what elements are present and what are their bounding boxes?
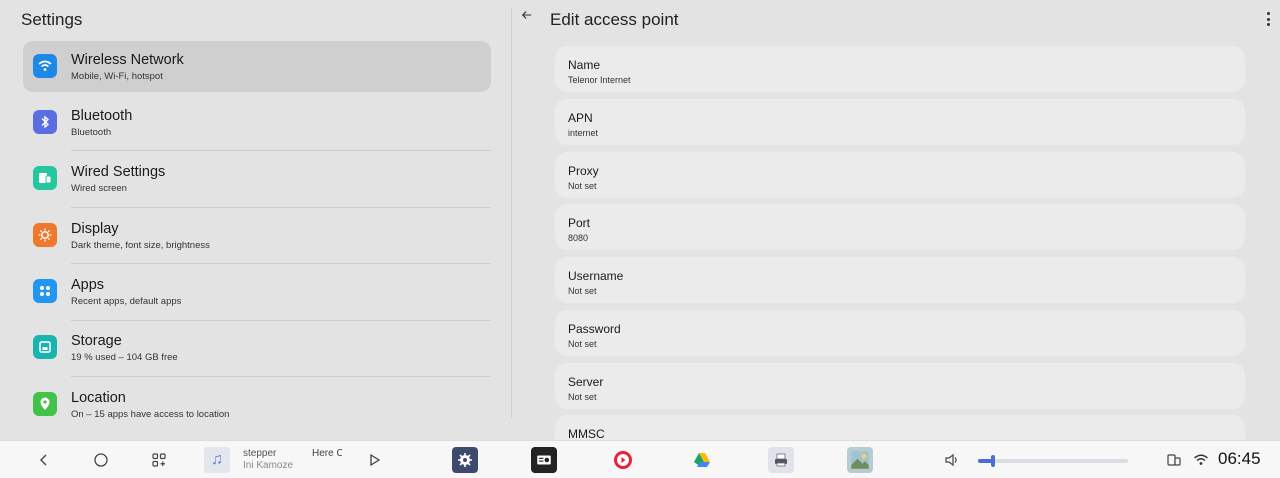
settings-item-wireless-network[interactable]: Wireless Network Mobile, Wi-Fi, hotspot: [23, 41, 491, 92]
divider: [71, 150, 491, 151]
field-label: APN: [568, 111, 593, 125]
field-value: Not set: [568, 286, 597, 296]
home-icon[interactable]: [91, 448, 111, 472]
volume-icon[interactable]: [942, 448, 962, 472]
apn-pane: Edit access point Name Telenor Internet …: [512, 0, 1280, 440]
settings-item-wired-settings[interactable]: Wired Settings Wired screen: [23, 153, 491, 204]
settings-item-display[interactable]: Display Dark theme, font size, brightnes…: [23, 210, 491, 261]
apn-field-proxy[interactable]: Proxy Not set: [555, 152, 1245, 198]
item-title: Wired Settings: [71, 164, 166, 180]
item-subtitle: Mobile, Wi-Fi, hotspot: [71, 71, 163, 82]
item-title: Bluetooth: [71, 108, 133, 124]
field-label: Port: [568, 216, 591, 230]
apps-grid-icon: [33, 279, 57, 303]
item-title: Location: [71, 390, 126, 406]
settings-item-apps[interactable]: Apps Recent apps, default apps: [23, 266, 491, 317]
field-value: Not set: [568, 339, 597, 349]
divider: [71, 263, 491, 264]
wifi-icon: [33, 54, 57, 78]
bluetooth-icon: [33, 110, 57, 134]
field-label: Username: [568, 269, 624, 283]
wifi-status-icon[interactable]: [1191, 448, 1211, 472]
item-title: Display: [71, 221, 119, 237]
divider: [71, 376, 491, 377]
settings-pane: Settings Wireless Network Mobile, Wi-Fi,…: [0, 0, 512, 440]
apn-field-server[interactable]: Server Not set: [555, 363, 1245, 409]
gallery-icon[interactable]: [847, 447, 873, 473]
media-title: stepper: [243, 448, 277, 459]
more-options-icon[interactable]: [1264, 12, 1272, 26]
volume-slider[interactable]: [978, 455, 1128, 467]
field-label: MMSC: [568, 427, 605, 440]
item-subtitle: Wired screen: [71, 183, 127, 194]
apn-field-mmsc[interactable]: MMSC: [555, 415, 1245, 440]
clock: 06:45: [1218, 449, 1261, 468]
field-value: 8080: [568, 233, 589, 243]
apn-field-password[interactable]: Password Not set: [555, 310, 1245, 356]
item-title: Wireless Network: [71, 52, 184, 68]
settings-title: Settings: [21, 10, 83, 29]
screen-mirror-icon[interactable]: [1165, 448, 1183, 472]
location-pin-icon: [33, 392, 57, 416]
back-arrow-icon[interactable]: [521, 8, 535, 28]
page-title: Edit access point: [550, 10, 679, 29]
google-drive-icon[interactable]: [689, 447, 715, 473]
field-value: Telenor Internet: [568, 75, 631, 85]
apn-field-name[interactable]: Name Telenor Internet: [555, 46, 1245, 92]
play-icon[interactable]: [364, 448, 384, 472]
storage-icon: [33, 335, 57, 359]
item-title: Apps: [71, 277, 105, 293]
back-icon[interactable]: [34, 448, 54, 472]
apn-field-username[interactable]: Username Not set: [555, 257, 1245, 303]
media-next-title: Here C: [312, 448, 342, 459]
field-label: Password: [568, 322, 621, 336]
field-value: Not set: [568, 181, 597, 191]
music-note-icon[interactable]: ♫: [204, 447, 230, 473]
field-label: Name: [568, 58, 601, 72]
item-subtitle: Bluetooth: [71, 127, 112, 138]
volume-slider-handle[interactable]: [991, 455, 995, 467]
media-artist: Ini Kamoze: [243, 460, 294, 471]
recent-apps-icon[interactable]: [149, 448, 169, 472]
divider: [71, 320, 491, 321]
field-label: Server: [568, 375, 604, 389]
item-subtitle: On – 15 apps have access to location: [71, 409, 230, 420]
printer-icon[interactable]: [768, 447, 794, 473]
field-value: Not set: [568, 392, 597, 402]
field-value: internet: [568, 128, 599, 138]
divider: [71, 207, 491, 208]
apn-field-port[interactable]: Port 8080: [555, 204, 1245, 250]
radio-icon[interactable]: [531, 447, 557, 473]
settings-icon[interactable]: [452, 447, 478, 473]
field-label: Proxy: [568, 164, 599, 178]
item-title: Storage: [71, 333, 122, 349]
wired-screen-icon: [33, 166, 57, 190]
item-subtitle: Recent apps, default apps: [71, 296, 182, 307]
settings-item-location[interactable]: Location On – 15 apps have access to loc…: [23, 379, 491, 430]
taskbar: ♫ stepper Here C Ini Kamoze 06:45: [0, 440, 1280, 478]
settings-item-storage[interactable]: Storage 19 % used – 104 GB free: [23, 322, 491, 373]
item-subtitle: Dark theme, font size, brightness: [71, 240, 210, 251]
item-subtitle: 19 % used – 104 GB free: [71, 352, 178, 363]
music-player-icon[interactable]: [610, 447, 636, 473]
apn-field-apn[interactable]: APN internet: [555, 99, 1245, 145]
brightness-icon: [33, 223, 57, 247]
settings-item-bluetooth[interactable]: Bluetooth Bluetooth: [23, 97, 491, 148]
